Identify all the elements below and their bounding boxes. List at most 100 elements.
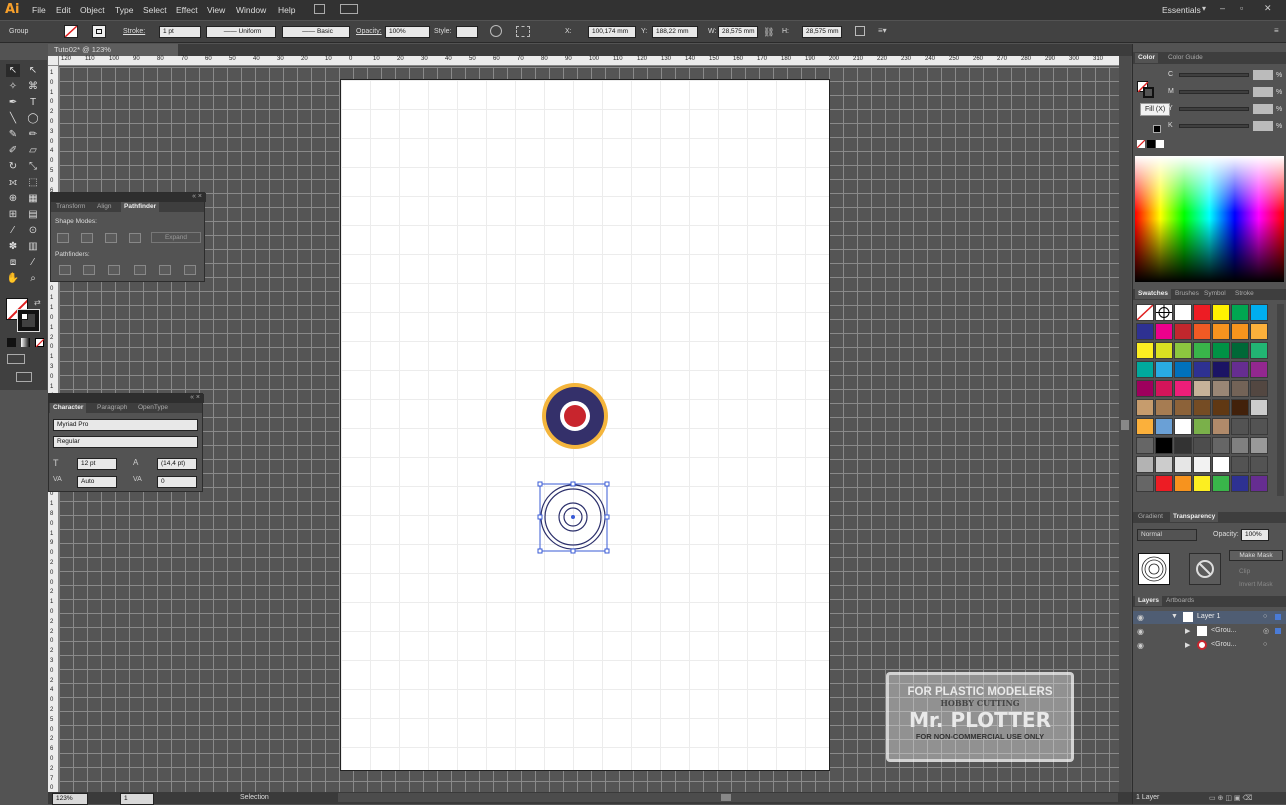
blend-mode-select[interactable]: Normal	[1137, 529, 1197, 541]
menu-edit[interactable]: Edit	[56, 5, 71, 15]
horizontal-ruler[interactable]: 120 110 100 90 80 70 60 50 40 30 20 10 0 10 20 30 40 50 60…	[59, 56, 1119, 66]
swatch[interactable]	[1250, 342, 1268, 359]
swatch[interactable]	[1193, 399, 1211, 416]
opacity-field[interactable]: 100%	[385, 26, 430, 38]
swatch[interactable]	[1212, 304, 1230, 321]
minus-front-button[interactable]	[81, 233, 93, 243]
magic-wand-tool-icon[interactable]: ✧	[6, 80, 20, 93]
channel-c-value[interactable]	[1253, 70, 1273, 80]
ellipse-tool-icon[interactable]: ◯	[26, 112, 40, 125]
free-transform-tool-icon[interactable]: ⬚	[26, 176, 40, 189]
swatch[interactable]	[1136, 380, 1154, 397]
gradient-tool-icon[interactable]: ▤	[26, 208, 40, 221]
swatch[interactable]	[1174, 304, 1192, 321]
swatch[interactable]	[1193, 342, 1211, 359]
menu-effect[interactable]: Effect	[176, 5, 198, 15]
artboard-number-field[interactable]: 1	[120, 793, 154, 805]
swatch[interactable]	[1174, 456, 1192, 473]
constrain-proportions-icon[interactable]: ⛓	[763, 27, 774, 38]
slice-tool-icon[interactable]: ⁄	[26, 256, 40, 269]
scale-tool-icon[interactable]: ⤡	[26, 160, 40, 173]
line-tool-icon[interactable]: ╲	[6, 112, 20, 125]
shape-builder-tool-icon[interactable]: ⊕	[6, 192, 20, 205]
tab-align[interactable]: Align	[94, 202, 114, 212]
pen-tool-icon[interactable]: ✒	[6, 96, 20, 109]
paintbrush-tool-icon[interactable]: ✎	[6, 128, 20, 141]
menu-select[interactable]: Select	[143, 5, 167, 15]
swatch[interactable]	[1193, 437, 1211, 454]
visibility-eye-icon[interactable]: ◉	[1137, 614, 1147, 622]
direct-selection-tool-icon[interactable]: ↖	[26, 64, 40, 77]
object-thumbnail[interactable]	[1138, 553, 1170, 585]
swatch[interactable]	[1193, 380, 1211, 397]
workspace-dropdown-icon[interactable]: ▾	[1202, 4, 1206, 13]
bridge-icon[interactable]	[314, 4, 325, 14]
swatch[interactable]	[1250, 456, 1268, 473]
intersect-button[interactable]	[105, 233, 117, 243]
swatch[interactable]	[1136, 323, 1154, 340]
fill-swatch[interactable]	[64, 25, 78, 38]
close-icon[interactable]: ✕	[1264, 3, 1272, 14]
maximize-icon[interactable]: ▫	[1240, 3, 1243, 13]
mesh-tool-icon[interactable]: ⊞	[6, 208, 20, 221]
tracking-field[interactable]: 0	[157, 476, 197, 488]
expand-triangle-icon[interactable]: ▶	[1185, 641, 1190, 649]
brush-definition[interactable]: —— Basic	[282, 26, 350, 38]
color-mode-icon[interactable]	[7, 338, 16, 347]
swatch[interactable]	[1231, 380, 1249, 397]
channel-m-slider[interactable]	[1179, 90, 1249, 94]
swatch[interactable]	[1174, 437, 1192, 454]
variable-width-profile[interactable]: —— Uniform	[206, 26, 276, 38]
tab-pathfinder[interactable]: Pathfinder	[121, 202, 160, 212]
swatch[interactable]	[1231, 342, 1249, 359]
swatch[interactable]	[1136, 437, 1154, 454]
group-name[interactable]: <Grou...	[1211, 627, 1236, 634]
tab-artboards[interactable]: Artboards	[1163, 596, 1197, 606]
swatch[interactable]	[1212, 437, 1230, 454]
group-target-icon[interactable]: ◎	[1263, 627, 1269, 635]
swatch[interactable]	[1174, 323, 1192, 340]
document-tab[interactable]: Tuto02* @ 123% (CMYK/Preview)×	[48, 44, 178, 66]
swatches-scrollbar[interactable]	[1277, 304, 1284, 496]
swatch[interactable]	[1231, 456, 1249, 473]
layer-row-group1[interactable]: ◉ ▶ <Grou... ◎	[1133, 625, 1286, 638]
height-field[interactable]: 28,575 mm	[802, 26, 842, 38]
tab-transform[interactable]: Transform	[53, 202, 88, 212]
swatch[interactable]	[1231, 304, 1249, 321]
lasso-tool-icon[interactable]: ⌘	[26, 80, 40, 93]
swatch[interactable]	[1155, 456, 1173, 473]
divide-button[interactable]	[59, 265, 71, 275]
exclude-button[interactable]	[129, 233, 141, 243]
menu-view[interactable]: View	[207, 5, 225, 15]
screen-mode-icon[interactable]	[16, 372, 32, 382]
expand-button[interactable]: Expand	[151, 232, 201, 243]
outline-button[interactable]	[159, 265, 171, 275]
layer-row-layer1[interactable]: ◉ ▼ Layer 1 ○	[1133, 611, 1286, 624]
layer-selected-indicator[interactable]	[1275, 614, 1281, 620]
control-panel-menu-icon[interactable]: ≡	[1274, 26, 1279, 35]
horizontal-scrollbar[interactable]	[338, 793, 1118, 802]
swatch[interactable]	[1136, 418, 1154, 435]
workspace-switcher[interactable]: Essentials	[1162, 5, 1201, 15]
unite-button[interactable]	[57, 233, 69, 243]
x-field[interactable]: 100,174 mm	[588, 26, 636, 38]
transparency-opacity-field[interactable]: 100%	[1241, 529, 1269, 541]
swatch[interactable]	[1155, 342, 1173, 359]
tab-symbols[interactable]: Symbol	[1201, 289, 1229, 299]
swatch[interactable]	[1136, 475, 1154, 492]
white-swatch[interactable]	[1156, 140, 1164, 148]
mask-thumbnail[interactable]	[1189, 553, 1221, 585]
swatch[interactable]	[1193, 456, 1211, 473]
swatch[interactable]	[1155, 418, 1173, 435]
group-target-icon[interactable]: ○	[1263, 641, 1267, 648]
expand-triangle-icon[interactable]: ▼	[1171, 613, 1178, 620]
draw-mode-icon[interactable]	[7, 354, 25, 364]
horizontal-scroll-thumb[interactable]	[721, 794, 731, 801]
width-field[interactable]: 28,575 mm	[718, 26, 758, 38]
swatch[interactable]	[1231, 361, 1249, 378]
control-menu-icon[interactable]: ≡▾	[878, 26, 887, 35]
channel-m-value[interactable]	[1253, 87, 1273, 97]
swatch[interactable]	[1212, 399, 1230, 416]
tab-transparency[interactable]: Transparency	[1170, 512, 1219, 522]
swatch[interactable]	[1193, 323, 1211, 340]
